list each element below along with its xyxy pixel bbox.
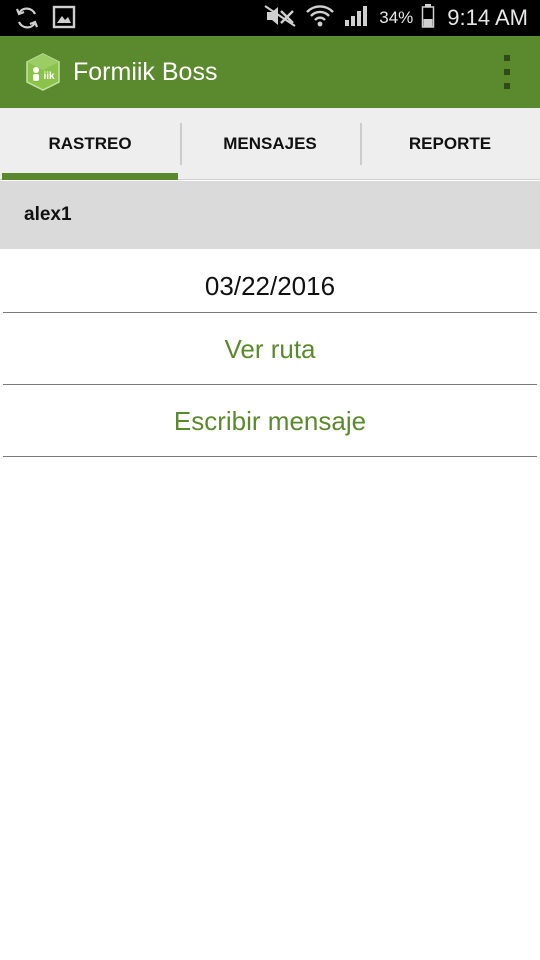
sync-icon bbox=[14, 5, 40, 35]
overflow-menu-icon[interactable] bbox=[500, 55, 514, 89]
battery-percentage: 34% bbox=[379, 8, 414, 27]
write-message-button[interactable]: Escribir mensaje bbox=[3, 385, 537, 457]
app-title: Formiik Boss bbox=[73, 58, 218, 86]
tab-reporte[interactable]: REPORTE bbox=[360, 108, 540, 180]
formiik-logo-icon: iik bbox=[24, 53, 62, 91]
svg-text:iik: iik bbox=[43, 71, 55, 82]
status-bar: 34% 9:14 AM bbox=[0, 0, 540, 36]
signal-icon bbox=[343, 4, 371, 32]
user-name: alex1 bbox=[24, 204, 72, 225]
user-header: alex1 bbox=[0, 181, 540, 249]
view-route-button[interactable]: Ver ruta bbox=[3, 313, 537, 385]
tab-bar: RASTREO MENSAJES REPORTE bbox=[0, 108, 540, 180]
app-bar: iik Formiik Boss bbox=[0, 36, 540, 108]
mute-icon bbox=[263, 4, 297, 32]
date-field[interactable]: 03/22/2016 bbox=[3, 249, 537, 313]
image-icon bbox=[52, 5, 76, 35]
tab-rastreo[interactable]: RASTREO bbox=[0, 108, 180, 180]
tab-mensajes[interactable]: MENSAJES bbox=[180, 108, 360, 180]
clock: 9:14 AM bbox=[447, 5, 528, 30]
wifi-icon bbox=[305, 3, 335, 33]
battery-icon bbox=[421, 3, 435, 33]
